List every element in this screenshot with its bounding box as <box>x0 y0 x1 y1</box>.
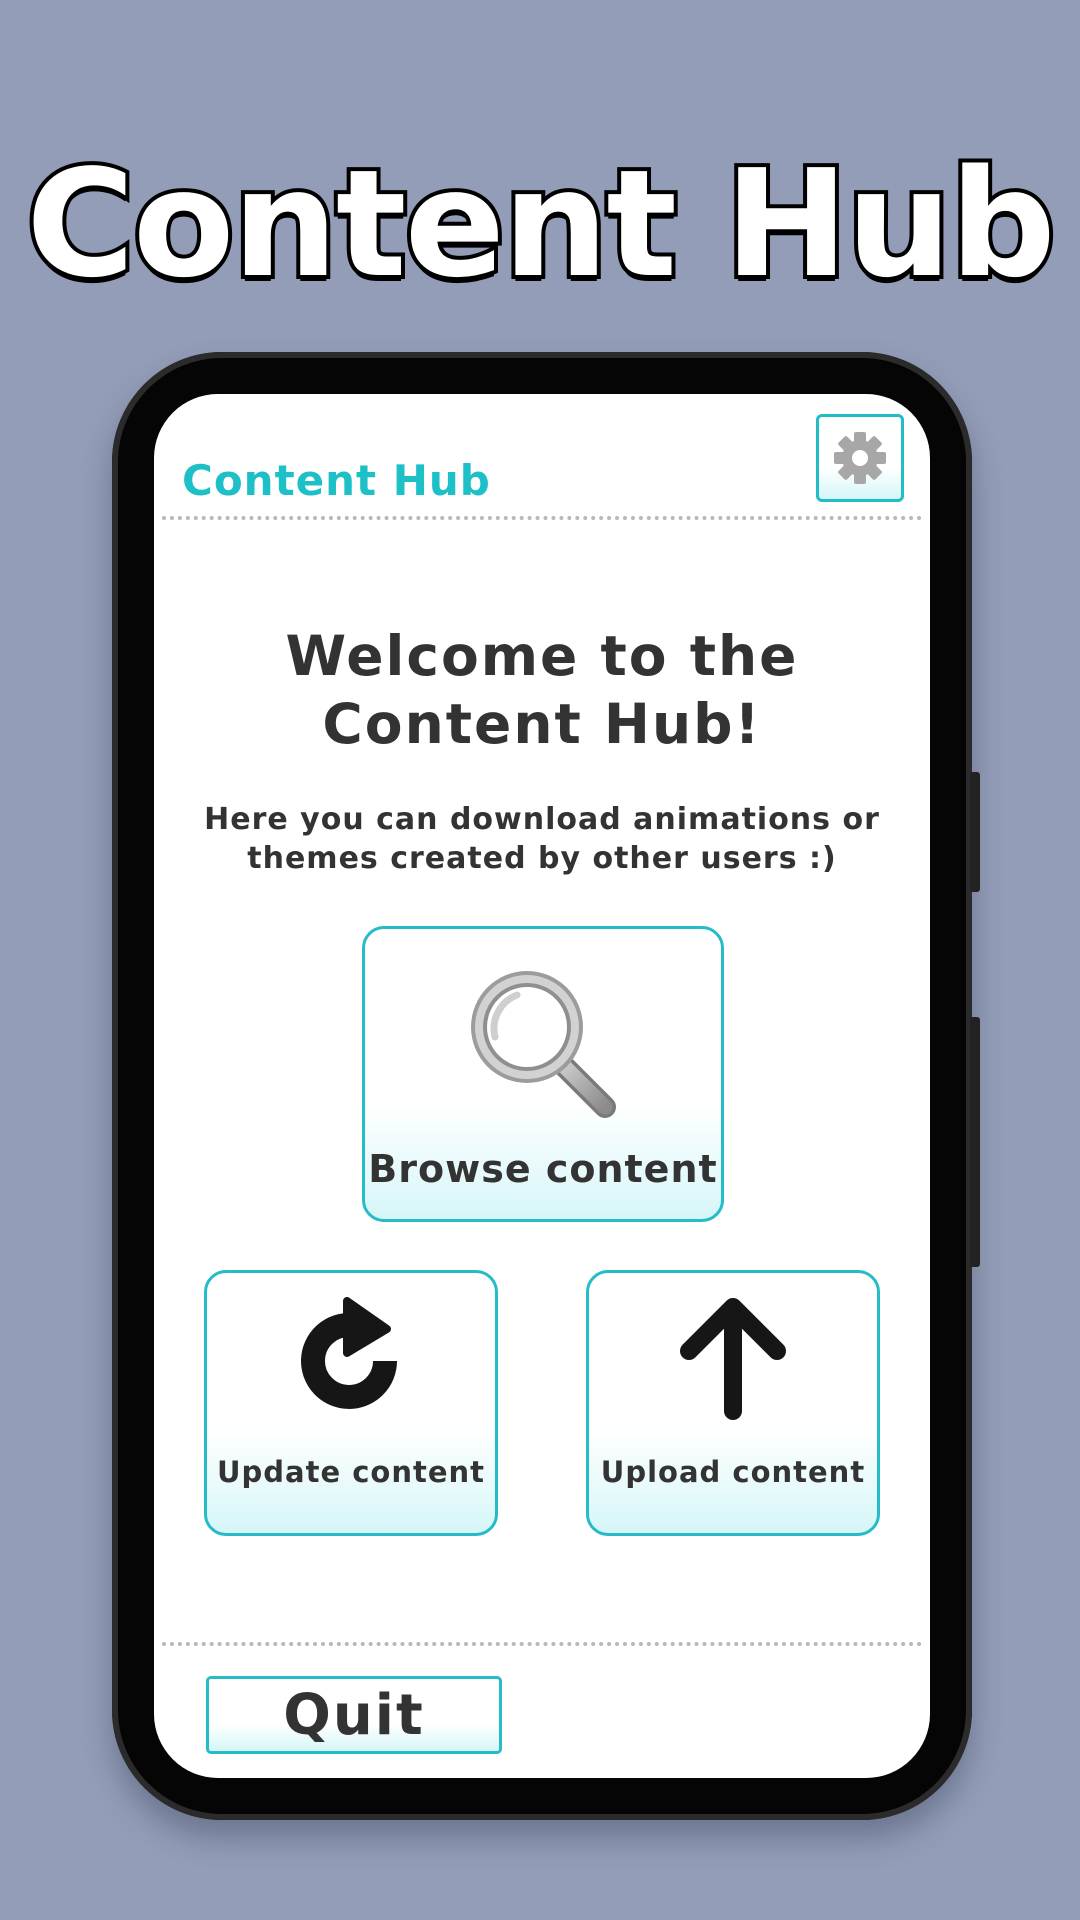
welcome-title-line: Content Hub! <box>322 692 762 756</box>
description-line: themes created by other users :) <box>247 841 837 876</box>
browse-content-label: Browse content <box>368 1147 718 1191</box>
phone-side-button <box>970 772 980 892</box>
description-line: Here you can download animations or <box>204 802 880 837</box>
phone-frame: Content Hub Welcome to the Content Hub! … <box>112 352 980 1820</box>
update-content-label: Update content <box>216 1455 486 1489</box>
app-screen: Content Hub Welcome to the Content Hub! … <box>154 394 930 1778</box>
quit-button[interactable]: Quit <box>206 1676 502 1754</box>
welcome-title-line: Welcome to the <box>285 624 799 688</box>
promo-title: Content Hub <box>22 138 1060 310</box>
welcome-description: Here you can download animations or them… <box>154 800 930 878</box>
welcome-title: Welcome to the Content Hub! <box>154 622 930 758</box>
magnifying-glass-icon <box>471 971 616 1118</box>
upload-arrow-icon <box>680 1298 786 1420</box>
footer-divider <box>162 1642 922 1646</box>
upload-content-label: Upload content <box>600 1455 866 1489</box>
settings-button[interactable] <box>816 414 904 502</box>
upload-content-button[interactable]: Upload content <box>586 1270 880 1536</box>
phone-side-button <box>970 1017 980 1267</box>
header-divider <box>162 516 922 520</box>
browse-content-button[interactable]: Browse content <box>362 926 724 1222</box>
update-content-button[interactable]: Update content <box>204 1270 498 1536</box>
refresh-icon <box>301 1297 397 1409</box>
header-title: Content Hub <box>182 456 491 505</box>
gear-icon <box>834 432 886 484</box>
